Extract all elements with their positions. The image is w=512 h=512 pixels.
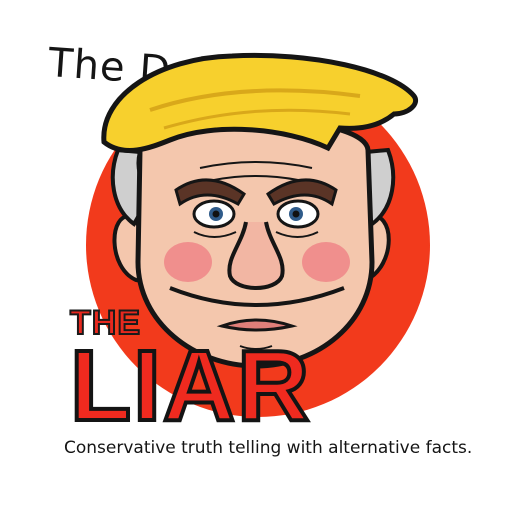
logo-canvas: The Daily THE LIAR Conservative truth te…	[0, 0, 512, 512]
mouth	[216, 318, 298, 332]
tagline-text: Conservative truth telling with alternat…	[64, 438, 473, 458]
left-cheek	[164, 242, 212, 282]
headline-title: LIAR	[68, 330, 312, 442]
right-cheek	[302, 242, 350, 282]
